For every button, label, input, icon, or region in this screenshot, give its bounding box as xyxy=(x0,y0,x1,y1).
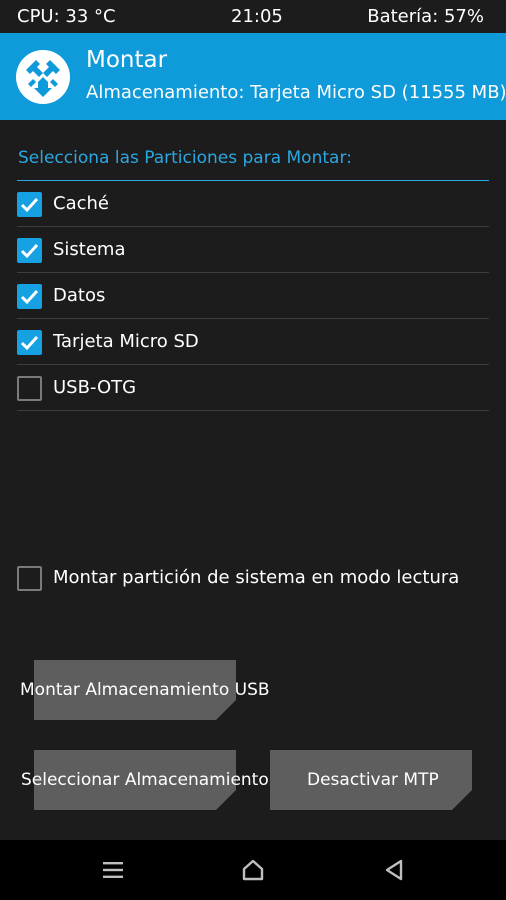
mount-usb-storage-label: Montar Almacenamiento USB xyxy=(20,680,270,700)
partition-item-cache[interactable]: Caché xyxy=(17,181,489,227)
checkbox-checked[interactable] xyxy=(17,238,42,263)
menu-icon[interactable] xyxy=(100,857,126,883)
partition-list: Caché Sistema Datos Tarjeta Micro SD USB… xyxy=(17,181,489,411)
checkmark-icon xyxy=(20,243,39,259)
select-storage-label: Seleccionar Almacenamiento xyxy=(21,770,269,790)
readonly-option-label: Montar partición de sistema en modo lect… xyxy=(53,567,460,588)
partition-label: Tarjeta Micro SD xyxy=(53,331,199,352)
checkmark-icon xyxy=(20,335,39,351)
clock: 21:05 xyxy=(231,6,283,27)
screen: CPU: 33 °C 21:05 Batería: 57% Montar Alm… xyxy=(0,0,506,900)
partition-item-micro-sd[interactable]: Tarjeta Micro SD xyxy=(17,319,489,365)
partition-label: Datos xyxy=(53,285,106,306)
checkmark-icon xyxy=(20,289,39,305)
partition-item-data[interactable]: Datos xyxy=(17,273,489,319)
partition-item-system[interactable]: Sistema xyxy=(17,227,489,273)
checkmark-icon xyxy=(20,197,39,213)
partitions-heading: Selecciona las Particiones para Montar: xyxy=(18,148,352,168)
page-title: Montar xyxy=(86,47,168,73)
checkbox-unchecked[interactable] xyxy=(17,376,42,401)
checkbox-checked[interactable] xyxy=(17,330,42,355)
checkbox-checked[interactable] xyxy=(17,284,42,309)
checkbox-unchecked[interactable] xyxy=(17,566,42,591)
readonly-system-option[interactable]: Montar partición de sistema en modo lect… xyxy=(17,565,489,595)
header: Montar Almacenamiento: Tarjeta Micro SD … xyxy=(0,33,506,120)
battery-level: Batería: 57% xyxy=(367,6,484,27)
navigation-bar xyxy=(0,840,506,900)
status-bar: CPU: 33 °C 21:05 Batería: 57% xyxy=(0,0,506,33)
home-icon[interactable] xyxy=(240,857,266,883)
cpu-temperature: CPU: 33 °C xyxy=(17,6,116,27)
partition-label: Sistema xyxy=(53,239,126,260)
disable-mtp-label: Desactivar MTP xyxy=(307,770,439,790)
checkbox-checked[interactable] xyxy=(17,192,42,217)
back-icon[interactable] xyxy=(381,857,407,883)
partition-label: Caché xyxy=(53,193,109,214)
partition-label: USB-OTG xyxy=(53,377,137,398)
storage-subtitle: Almacenamiento: Tarjeta Micro SD (11555 … xyxy=(86,82,506,103)
partition-item-usb-otg[interactable]: USB-OTG xyxy=(17,365,489,411)
twrp-logo-icon xyxy=(16,50,70,104)
